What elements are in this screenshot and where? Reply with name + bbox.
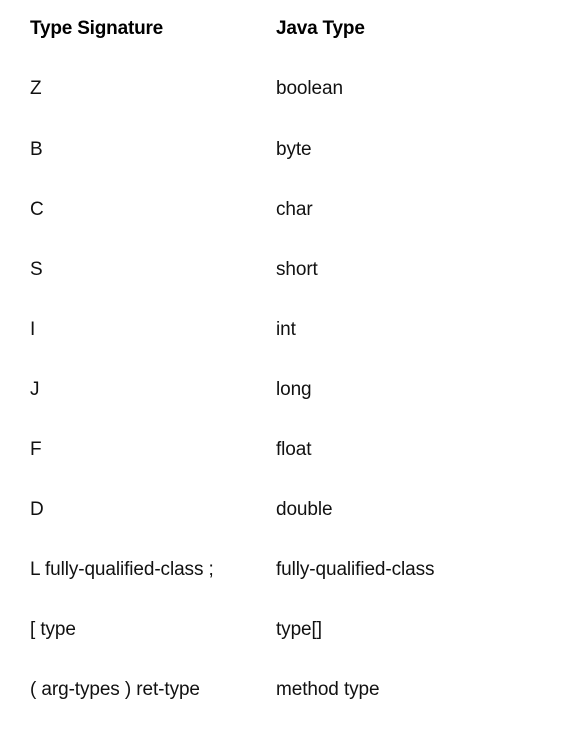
table-row: J long: [0, 360, 572, 420]
cell-java-type: long: [276, 379, 312, 400]
table-header: Type Signature Java Type: [0, 0, 572, 58]
table-header-row: Type Signature Java Type: [0, 0, 572, 58]
cell-type-signature: D: [30, 499, 44, 520]
cell-type-signature: Z: [30, 78, 42, 99]
cell-java-type: byte: [276, 139, 312, 160]
cell-java-type: int: [276, 319, 296, 340]
table-row: B byte: [0, 120, 572, 180]
cell-java-type: float: [276, 439, 312, 460]
cell-type-signature: S: [30, 259, 43, 280]
table-row: S short: [0, 240, 572, 300]
type-signature-table: Type Signature Java Type Z boolean B byt…: [0, 0, 572, 720]
cell-type-signature: I: [30, 319, 36, 340]
cell-java-type: double: [276, 499, 333, 520]
cell-java-type: type[]: [276, 619, 322, 640]
table-row: D double: [0, 480, 572, 540]
cell-java-type: method type: [276, 679, 380, 700]
table-row: Z boolean: [0, 58, 572, 120]
column-header-type-signature: Type Signature: [30, 18, 164, 39]
cell-type-signature: B: [30, 139, 43, 160]
cell-type-signature: J: [30, 379, 40, 400]
cell-java-type: boolean: [276, 78, 343, 99]
table-row: F float: [0, 420, 572, 480]
table-body: Z boolean B byte C char S short I int J …: [0, 58, 572, 720]
cell-type-signature: L fully-qualified-class ;: [30, 559, 214, 580]
document-page: Type Signature Java Type Z boolean B byt…: [0, 0, 572, 730]
cell-type-signature: ( arg-types ) ret-type: [30, 679, 200, 700]
cell-java-type: short: [276, 259, 318, 280]
table-row: [ type type[]: [0, 600, 572, 660]
cell-java-type: fully-qualified-class: [276, 559, 435, 580]
cell-type-signature: F: [30, 439, 42, 460]
table-row: L fully-qualified-class ; fully-qualifie…: [0, 540, 572, 600]
table-row: C char: [0, 180, 572, 240]
cell-type-signature: C: [30, 199, 44, 220]
table-row: I int: [0, 300, 572, 360]
column-header-java-type: Java Type: [276, 18, 365, 39]
cell-type-signature: [ type: [30, 619, 76, 640]
table-row: ( arg-types ) ret-type method type: [0, 660, 572, 720]
cell-java-type: char: [276, 199, 313, 220]
